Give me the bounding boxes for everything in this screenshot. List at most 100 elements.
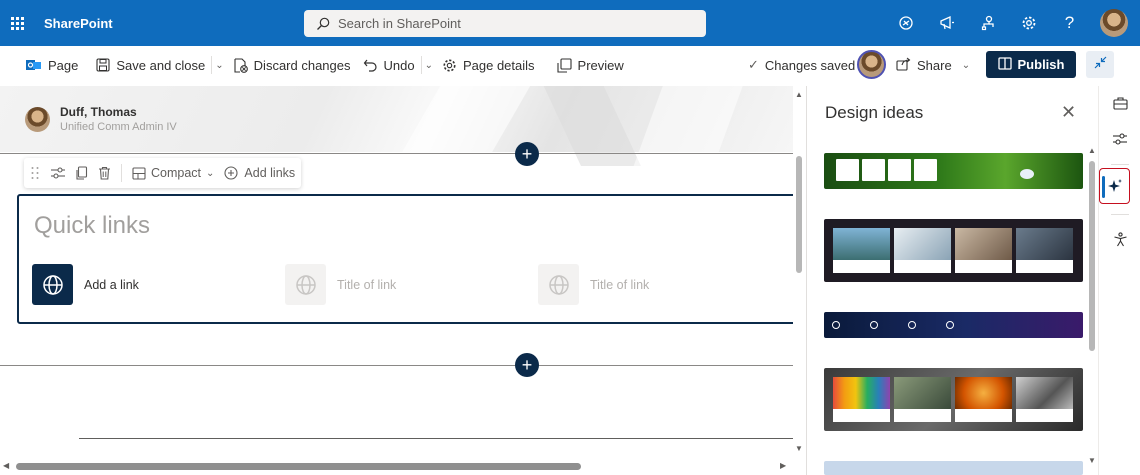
- link-label: Add a link: [84, 277, 139, 292]
- author-role: Unified Comm Admin IV: [60, 121, 177, 133]
- add-links-label: Add links: [244, 166, 296, 180]
- layout-chevron-icon: ⌄: [206, 167, 215, 179]
- scroll-down-icon[interactable]: ▼: [1088, 456, 1096, 465]
- share-label: Share: [917, 57, 952, 73]
- discard-changes-button[interactable]: Discard changes: [227, 46, 357, 84]
- layout-label: Compact: [151, 166, 202, 180]
- link-label: Title of link: [590, 277, 650, 292]
- canvas-vertical-scrollbar[interactable]: ▲ ▼: [793, 86, 806, 458]
- design-idea-card[interactable]: [824, 461, 1083, 475]
- save-status-label: Changes saved: [764, 57, 856, 73]
- scroll-up-icon[interactable]: ▲: [1088, 146, 1096, 155]
- publish-label: Publish: [1017, 57, 1065, 72]
- save-icon: [96, 58, 110, 72]
- page-details-button[interactable]: Page details: [436, 46, 541, 84]
- right-rail: [1098, 86, 1140, 475]
- page-label: Page: [48, 57, 79, 73]
- book-icon: [997, 56, 1012, 73]
- profile-avatar[interactable]: [1100, 9, 1128, 37]
- globe-icon: [285, 264, 326, 305]
- search-placeholder: Search in SharePoint: [338, 16, 461, 31]
- quick-link-item[interactable]: Title of link: [538, 264, 649, 305]
- design-idea-card[interactable]: [824, 368, 1083, 431]
- scroll-down-icon[interactable]: ▼: [795, 444, 803, 453]
- help-icon[interactable]: ?: [1049, 0, 1090, 46]
- scrollbar-thumb[interactable]: [1089, 161, 1095, 351]
- share-button[interactable]: Share ⌄: [896, 46, 970, 84]
- search-icon: [316, 17, 330, 31]
- page-details-label: Page details: [462, 57, 535, 73]
- undo-label: Undo: [383, 57, 415, 73]
- layout-dropdown[interactable]: Compact ⌄: [132, 166, 214, 180]
- scrollbar-thumb[interactable]: [796, 156, 802, 273]
- undo-icon: [363, 58, 378, 72]
- preview-label: Preview: [577, 57, 624, 73]
- section-divider: [79, 438, 793, 439]
- preview-icon: [556, 57, 572, 73]
- quick-link-item[interactable]: Add a link: [32, 264, 139, 305]
- page-button[interactable]: Page: [20, 46, 84, 84]
- collapse-icon: [1094, 56, 1107, 74]
- org-icon[interactable]: [967, 0, 1008, 46]
- design-idea-card[interactable]: [824, 219, 1083, 282]
- scroll-right-icon[interactable]: ▶: [780, 461, 786, 470]
- divider: [121, 164, 122, 182]
- undo-button[interactable]: Undo: [357, 46, 421, 84]
- delete-icon[interactable]: [98, 166, 111, 180]
- properties-icon[interactable]: [1106, 125, 1134, 153]
- webpart-title[interactable]: Quick links: [34, 212, 150, 240]
- globe-icon: [538, 264, 579, 305]
- author-avatar: [25, 106, 50, 132]
- help-glyph: ?: [1064, 13, 1075, 32]
- edit-properties-icon[interactable]: [50, 166, 66, 180]
- scrollbar-thumb[interactable]: [16, 463, 581, 470]
- undo-options-chevron-icon[interactable]: ⌄: [422, 60, 436, 71]
- save-and-close-button[interactable]: Save and close: [90, 46, 211, 84]
- close-icon[interactable]: ✕: [1061, 103, 1077, 121]
- app-launcher-icon[interactable]: [0, 0, 34, 46]
- coauthor-avatar[interactable]: [857, 50, 886, 79]
- discard-changes-label: Discard changes: [253, 57, 351, 73]
- panel-scrollbar[interactable]: ▲ ▼: [1087, 146, 1097, 466]
- share-chevron-icon: ⌄: [961, 59, 971, 71]
- save-options-chevron-icon[interactable]: ⌄: [212, 60, 226, 71]
- duplicate-icon[interactable]: [76, 166, 88, 180]
- quick-link-item[interactable]: Title of link: [285, 264, 396, 305]
- globe-icon: [32, 264, 73, 305]
- drag-handle-icon[interactable]: [30, 166, 40, 180]
- app-name[interactable]: SharePoint: [44, 16, 113, 31]
- design-ideas-icon[interactable]: [1099, 168, 1130, 204]
- scroll-left-icon[interactable]: ◀: [3, 461, 9, 470]
- save-and-close-label: Save and close: [116, 57, 206, 73]
- save-status: ✓ Changes saved: [748, 46, 855, 84]
- publish-button[interactable]: Publish: [986, 51, 1076, 78]
- author-byline[interactable]: Duff, Thomas Unified Comm Admin IV: [25, 105, 177, 133]
- header-icons: ?: [885, 0, 1090, 46]
- add-section-button[interactable]: +: [515, 142, 539, 166]
- divider: [1111, 214, 1129, 215]
- quick-links-webpart[interactable]: Quick links Add a link Title of link Tit…: [17, 194, 793, 324]
- add-section-button[interactable]: +: [515, 353, 539, 377]
- gear-icon: [442, 58, 457, 73]
- design-ideas-panel: Design ideas ✕ ▲ ▼: [806, 86, 1098, 475]
- scroll-up-icon[interactable]: ▲: [795, 90, 803, 99]
- share-icon: [896, 57, 911, 74]
- megaphone-icon[interactable]: [926, 0, 967, 46]
- panel-title: Design ideas: [825, 103, 924, 122]
- collapse-button[interactable]: [1086, 51, 1114, 78]
- settings-icon[interactable]: [1008, 0, 1049, 46]
- design-idea-card[interactable]: [824, 312, 1083, 338]
- sync-icon[interactable]: [885, 0, 926, 46]
- discard-icon: [233, 57, 248, 73]
- webpart-toolbar: Compact ⌄ Add links: [24, 158, 302, 188]
- preview-button[interactable]: Preview: [551, 46, 630, 84]
- add-links-button[interactable]: Add links: [224, 166, 295, 180]
- divider: [1111, 164, 1129, 165]
- accessibility-icon[interactable]: [1106, 225, 1134, 253]
- section-divider: [0, 365, 793, 366]
- checkmark-icon: ✓: [748, 57, 759, 72]
- design-idea-card[interactable]: [824, 153, 1083, 189]
- canvas-horizontal-scrollbar[interactable]: ◀ ▶: [0, 458, 806, 475]
- search-box[interactable]: Search in SharePoint: [304, 10, 706, 37]
- toolbox-icon[interactable]: [1106, 89, 1134, 117]
